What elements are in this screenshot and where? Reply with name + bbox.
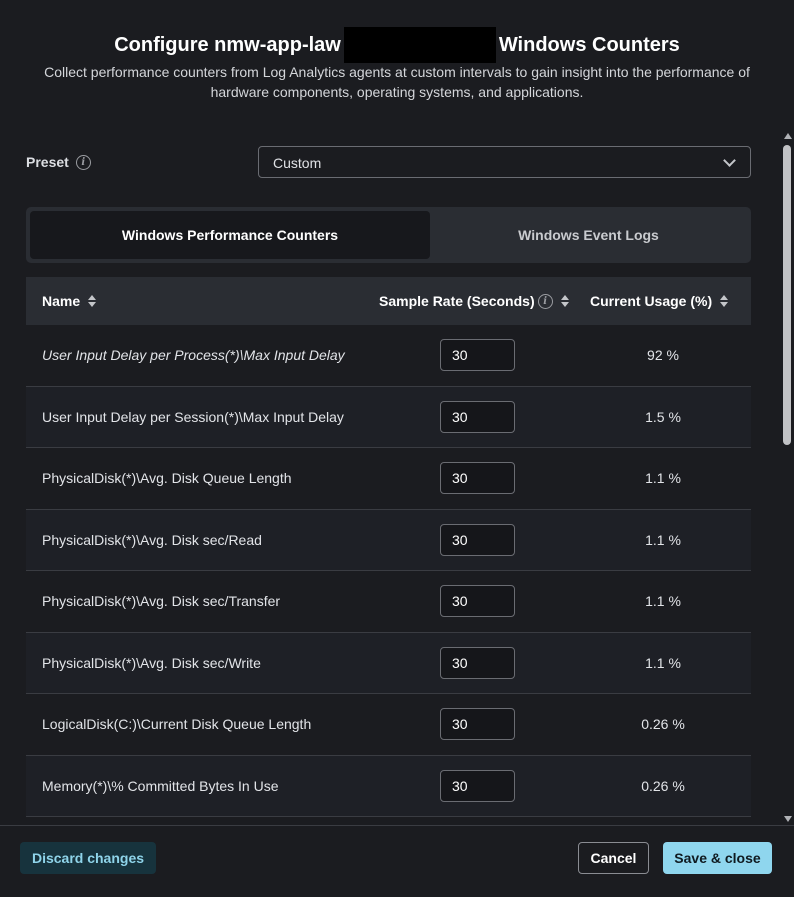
current-usage: 1.1 % [645, 470, 681, 486]
tab-windows-performance-counters[interactable]: Windows Performance Counters [30, 211, 430, 259]
scroll-area: Preset i Custom Windows Performance Coun… [0, 130, 794, 825]
current-usage: 0.26 % [641, 716, 685, 732]
sample-rate-input[interactable] [440, 339, 515, 371]
current-usage: 1.1 % [645, 654, 681, 671]
table-body: User Input Delay per Process(*)\Max Inpu… [26, 325, 751, 817]
column-header-current-usage-label: Current Usage (%) [590, 293, 713, 309]
scroll-up-arrow-icon[interactable] [784, 133, 792, 139]
table-row: PhysicalDisk(*)\Avg. Disk sec/Read 1.1 % [26, 509, 751, 571]
sample-rate-input[interactable] [440, 462, 515, 494]
cancel-button[interactable]: Cancel [578, 842, 649, 874]
counter-name: LogicalDisk(C:)\Current Disk Queue Lengt… [42, 716, 312, 732]
info-icon[interactable]: i [75, 154, 91, 170]
dialog-title-suffix: Windows Counters [498, 33, 680, 56]
discard-changes-button[interactable]: Discard changes [20, 842, 156, 874]
preset-label: Preset i [26, 154, 91, 170]
table-header: Name Sample Rate (Seconds) i Current Usa… [26, 277, 751, 325]
save-close-button[interactable]: Save & close [663, 842, 772, 874]
table-row: PhysicalDisk(*)\Avg. Disk sec/Transfer 1… [26, 571, 751, 633]
table-row: PhysicalDisk(*)\Avg. Disk sec/Write 1.1 … [26, 632, 751, 694]
sample-rate-input[interactable] [440, 769, 515, 802]
preset-dropdown[interactable]: Custom [258, 146, 751, 178]
counter-name: Memory(*)\% Committed Bytes In Use [42, 777, 279, 794]
table-row: Memory(*)\% Committed Bytes In Use 0.26 … [26, 755, 751, 817]
column-header-name[interactable]: Name [42, 277, 97, 325]
vertical-scrollbar[interactable] [780, 130, 794, 825]
counter-name: PhysicalDisk(*)\Avg. Disk Queue Length [42, 470, 292, 486]
chevron-down-icon [723, 154, 736, 167]
current-usage: 0.26 % [641, 777, 685, 794]
column-header-sample-rate[interactable]: Sample Rate (Seconds) i [379, 277, 569, 325]
tab-bar: Windows Performance Counters Windows Eve… [26, 207, 751, 263]
counter-name: PhysicalDisk(*)\Avg. Disk sec/Read [42, 531, 262, 548]
counter-name: PhysicalDisk(*)\Avg. Disk sec/Write [42, 654, 261, 671]
table-row: PhysicalDisk(*)\Avg. Disk Queue Length 1… [26, 448, 751, 510]
dialog-title-prefix: Configure nmw-app-law [114, 33, 341, 56]
current-usage: 1.1 % [645, 531, 681, 548]
sort-icon [560, 295, 569, 307]
dialog-footer: Discard changes Cancel Save & close [0, 825, 794, 897]
counter-name: User Input Delay per Session(*)\Max Inpu… [42, 408, 344, 425]
preset-row: Preset i Custom [26, 146, 751, 178]
sample-rate-input[interactable] [440, 585, 515, 617]
preset-label-text: Preset [26, 154, 69, 170]
dialog-title: Configure nmw-app-law Windows Counters [0, 27, 794, 63]
dialog-subtitle: Collect performance counters from Log An… [44, 64, 750, 100]
preset-selected-value: Custom [273, 155, 322, 171]
column-header-current-usage[interactable]: Current Usage (%) [590, 277, 729, 325]
sample-rate-input[interactable] [440, 646, 515, 679]
counter-name: PhysicalDisk(*)\Avg. Disk sec/Transfer [42, 593, 281, 609]
counter-name: User Input Delay per Process(*)\Max Inpu… [42, 347, 345, 363]
tab-windows-event-logs[interactable]: Windows Event Logs [430, 211, 747, 259]
sort-icon [88, 295, 97, 307]
column-header-name-label: Name [42, 293, 81, 309]
sample-rate-input[interactable] [440, 523, 515, 556]
dialog-header: Configure nmw-app-law Windows Counters C… [0, 0, 794, 120]
sort-icon [720, 295, 729, 307]
column-header-sample-rate-label: Sample Rate (Seconds) [379, 293, 535, 309]
redacted-block [343, 27, 496, 63]
table-row: User Input Delay per Process(*)\Max Inpu… [26, 325, 751, 387]
current-usage: 1.5 % [645, 408, 681, 425]
counters-table: Name Sample Rate (Seconds) i Current Usa… [26, 277, 751, 817]
table-row: User Input Delay per Session(*)\Max Inpu… [26, 386, 751, 448]
scrollbar-thumb[interactable] [783, 145, 791, 445]
info-icon[interactable]: i [537, 293, 553, 309]
scroll-down-arrow-icon[interactable] [784, 816, 792, 822]
table-row: LogicalDisk(C:)\Current Disk Queue Lengt… [26, 694, 751, 756]
sample-rate-input[interactable] [440, 400, 515, 433]
current-usage: 1.1 % [645, 593, 681, 609]
sample-rate-input[interactable] [440, 708, 515, 740]
current-usage: 92 % [647, 347, 679, 363]
